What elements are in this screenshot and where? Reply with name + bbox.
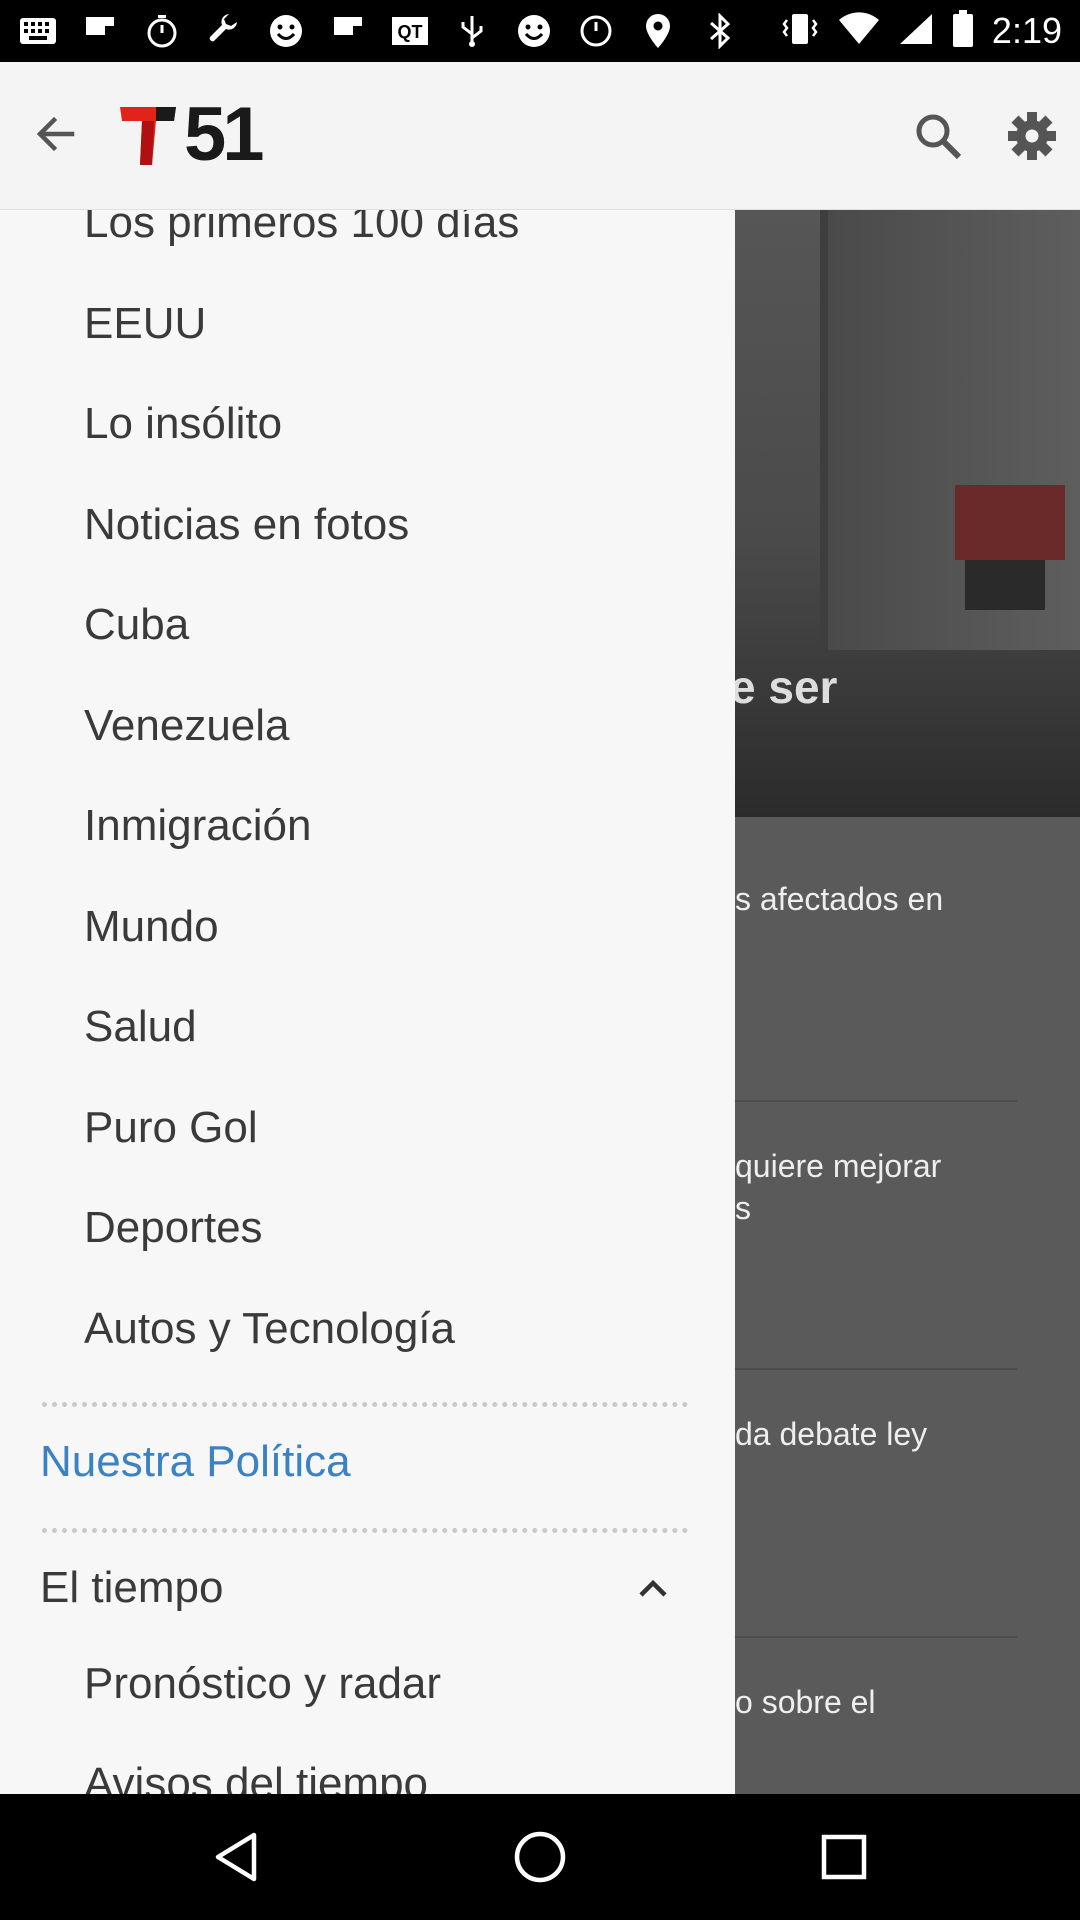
nuestra-politica-link[interactable]: Nuestra Política bbox=[40, 1434, 351, 1490]
wrench-icon bbox=[204, 11, 244, 51]
flipboard-icon bbox=[328, 11, 368, 51]
status-bar: QT 2:19 bbox=[0, 0, 1080, 62]
qt-icon: QT bbox=[390, 11, 430, 51]
keyboard-icon bbox=[18, 11, 58, 51]
drawer-item-eeuu[interactable]: EEUU bbox=[84, 296, 206, 352]
drawer-item-deportes[interactable]: Deportes bbox=[84, 1200, 263, 1256]
search-icon[interactable] bbox=[910, 108, 966, 164]
app-toolbar: 51 bbox=[0, 62, 1080, 210]
arrow-back-icon[interactable] bbox=[28, 106, 84, 162]
chevron-up-icon[interactable] bbox=[628, 1564, 678, 1614]
article-headline: o sobre el bbox=[735, 1684, 876, 1720]
system-navigation-bar bbox=[0, 1794, 1080, 1920]
svg-text:QT: QT bbox=[398, 22, 423, 42]
drawer-item-los-primeros-100-dias[interactable]: Los primeros 100 días bbox=[84, 210, 519, 251]
article-divider bbox=[735, 1636, 1017, 1638]
drawer-item-autos-y-tecnologia[interactable]: Autos y Tecnología bbox=[84, 1301, 455, 1357]
dotted-divider bbox=[42, 1402, 688, 1407]
clock: 2:19 bbox=[991, 10, 1062, 51]
vibrate-icon bbox=[780, 12, 820, 51]
article-headline: s afectados en bbox=[735, 881, 944, 917]
nav-home-icon[interactable] bbox=[510, 1827, 570, 1887]
navigation-drawer: Los primeros 100 días EEUU Lo insólito N… bbox=[0, 210, 735, 1794]
drawer-item-mundo[interactable]: Mundo bbox=[84, 899, 219, 955]
wifi-icon bbox=[838, 11, 880, 51]
drawer-item-puro-gol[interactable]: Puro Gol bbox=[84, 1100, 258, 1156]
drawer-item-noticias-en-fotos[interactable]: Noticias en fotos bbox=[84, 497, 409, 553]
timer-icon bbox=[142, 11, 182, 51]
usb-icon bbox=[452, 11, 492, 51]
drawer-item-salud[interactable]: Salud bbox=[84, 999, 197, 1055]
drawer-item-lo-insolito[interactable]: Lo insólito bbox=[84, 396, 282, 452]
dotted-divider bbox=[42, 1528, 688, 1533]
nav-back-icon[interactable] bbox=[208, 1827, 268, 1887]
smiley-icon bbox=[266, 11, 306, 51]
bluetooth-icon bbox=[700, 11, 740, 51]
battery-icon bbox=[952, 9, 974, 53]
drawer-item-inmigracion[interactable]: Inmigración bbox=[84, 798, 311, 854]
smiley-icon bbox=[514, 11, 554, 51]
article-headline: da debate ley bbox=[735, 1416, 928, 1452]
logo-channel-number: 51 bbox=[184, 92, 265, 177]
drawer-item-venezuela[interactable]: Venezuela bbox=[84, 698, 290, 754]
nav-recents-icon[interactable] bbox=[814, 1827, 874, 1887]
location-icon bbox=[638, 11, 678, 51]
telemundo-t-icon bbox=[120, 107, 176, 165]
article-divider bbox=[735, 1100, 1017, 1102]
article-divider bbox=[735, 1368, 1017, 1370]
el-tiempo-section-header[interactable]: El tiempo bbox=[40, 1560, 223, 1616]
gear-icon[interactable] bbox=[1004, 108, 1060, 164]
drawer-item-avisos-del-tiempo[interactable]: Avisos del tiempo bbox=[84, 1756, 428, 1794]
drawer-item-cuba[interactable]: Cuba bbox=[84, 597, 189, 653]
hero-story-title: e ser bbox=[730, 661, 838, 713]
notification-icons: QT bbox=[18, 11, 740, 51]
signal-icon bbox=[898, 12, 934, 51]
flipboard-icon bbox=[80, 11, 120, 51]
timer-icon bbox=[576, 11, 616, 51]
article-headline: quiere mejorar s bbox=[735, 1148, 942, 1226]
status-right: 2:19 bbox=[780, 9, 1062, 53]
telemundo-51-logo: 51 bbox=[118, 92, 265, 177]
drawer-item-pronostico-y-radar[interactable]: Pronóstico y radar bbox=[84, 1656, 441, 1712]
